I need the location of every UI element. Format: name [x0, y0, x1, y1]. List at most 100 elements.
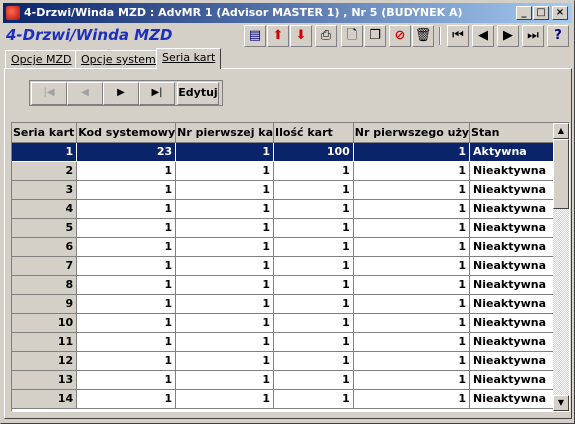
scroll-thumb[interactable]	[553, 139, 569, 209]
table-cell[interactable]: 1	[273, 237, 354, 257]
table-cell[interactable]: 1	[76, 218, 177, 238]
table-cell[interactable]: 1	[273, 370, 354, 390]
table-cell[interactable]: 1	[175, 199, 275, 219]
row-header-cell[interactable]: 9	[12, 294, 78, 314]
table-cell[interactable]: 1	[273, 313, 354, 333]
row-header-cell[interactable]: 13	[12, 370, 78, 390]
table-cell[interactable]: 1	[76, 256, 177, 276]
scroll-down-button[interactable]: ▼	[553, 395, 569, 411]
table-cell[interactable]: 1	[175, 180, 275, 200]
table-cell[interactable]: 1	[353, 218, 471, 238]
table-cell[interactable]: 1	[353, 351, 471, 371]
table-cell[interactable]: 1	[76, 294, 177, 314]
previous-record-icon[interactable]: ◀	[472, 25, 494, 47]
table-cell[interactable]: 1	[353, 275, 471, 295]
table-row[interactable]: 7 1 1 1 1 Nieaktywna	[12, 256, 569, 276]
table-cell[interactable]: 1	[353, 294, 471, 314]
table-cell[interactable]: 1	[175, 256, 275, 276]
vertical-scrollbar[interactable]: ▲ ▼	[553, 123, 569, 411]
close-button[interactable]: ×	[552, 6, 568, 20]
table-cell[interactable]: 1	[175, 351, 275, 371]
table-cell[interactable]: 1	[175, 237, 275, 257]
scroll-up-button[interactable]: ▲	[553, 123, 569, 139]
table-cell[interactable]: 1	[353, 237, 471, 257]
row-header-cell[interactable]: 1	[12, 142, 78, 162]
table-row[interactable]: 14 1 1 1 1 Nieaktywna	[12, 389, 569, 409]
table-cell[interactable]: 1	[273, 332, 354, 352]
new-document-icon[interactable]: 🗋	[341, 25, 363, 47]
row-header-cell[interactable]: 4	[12, 199, 78, 219]
maximize-button[interactable]: □	[533, 6, 549, 20]
tab-seria-kart[interactable]: Seria kart	[156, 48, 222, 69]
table-cell[interactable]: 1	[76, 313, 177, 333]
table-row[interactable]: 10 1 1 1 1 Nieaktywna	[12, 313, 569, 333]
table-cell[interactable]: 1	[273, 294, 354, 314]
table-cell[interactable]: 1	[175, 294, 275, 314]
nav-prev-button[interactable]: ◀	[67, 82, 103, 105]
edit-button[interactable]: Edytuj	[177, 82, 219, 105]
table-cell[interactable]: 1	[273, 256, 354, 276]
last-record-icon[interactable]: ⏭	[522, 25, 544, 47]
table-cell[interactable]: 1	[175, 370, 275, 390]
table-cell[interactable]: 1	[353, 370, 471, 390]
row-header-cell[interactable]: 12	[12, 351, 78, 371]
column-header[interactable]: Seria kart	[12, 123, 78, 143]
arrow-up-icon[interactable]: ⬆	[267, 25, 289, 47]
row-header-cell[interactable]: 7	[12, 256, 78, 276]
card-series-grid[interactable]: Seria kart Kod systemowy Nr pierwszej ka…	[11, 122, 570, 412]
minimize-button[interactable]: _	[516, 6, 532, 20]
column-header[interactable]: Ilość kart	[273, 123, 354, 143]
table-cell[interactable]: 1	[175, 275, 275, 295]
table-cell[interactable]: 1	[273, 180, 354, 200]
arrow-down-icon[interactable]: ⬇	[290, 25, 312, 47]
nav-last-button[interactable]: ▶|	[139, 82, 175, 105]
app-icon[interactable]	[6, 6, 20, 20]
table-cell[interactable]: 1	[76, 275, 177, 295]
table-row[interactable]: 6 1 1 1 1 Nieaktywna	[12, 237, 569, 257]
table-cell[interactable]: 23	[76, 142, 177, 162]
table-row[interactable]: 3 1 1 1 1 Nieaktywna	[12, 180, 569, 200]
table-cell[interactable]: 1	[353, 142, 471, 162]
table-row[interactable]: 12 1 1 1 1 Nieaktywna	[12, 351, 569, 371]
table-cell[interactable]: 1	[273, 351, 354, 371]
table-cell[interactable]: 1	[353, 313, 471, 333]
table-cell[interactable]: 1	[353, 180, 471, 200]
table-cell[interactable]: 1	[273, 389, 354, 409]
table-row[interactable]: 9 1 1 1 1 Nieaktywna	[12, 294, 569, 314]
table-cell[interactable]: 1	[273, 275, 354, 295]
row-header-cell[interactable]: 2	[12, 161, 78, 181]
table-cell[interactable]: 1	[76, 199, 177, 219]
table-row[interactable]: 8 1 1 1 1 Nieaktywna	[12, 275, 569, 295]
row-header-cell[interactable]: 6	[12, 237, 78, 257]
table-cell[interactable]: 1	[76, 332, 177, 352]
table-row[interactable]: 13 1 1 1 1 Nieaktywna	[12, 370, 569, 390]
print-icon[interactable]: ⎙	[315, 25, 337, 47]
table-cell[interactable]: 1	[76, 180, 177, 200]
column-header[interactable]: Nr pierwszego uży	[353, 123, 471, 143]
table-row[interactable]: 2 1 1 1 1 Nieaktywna	[12, 161, 569, 181]
table-cell[interactable]: 1	[273, 218, 354, 238]
filter-icon[interactable]: ▤	[244, 25, 266, 47]
table-cell[interactable]: 1	[353, 256, 471, 276]
no-entry-icon[interactable]: ⊘	[389, 25, 411, 47]
tab-opcje-mzd[interactable]: Opcje MZD	[5, 50, 78, 68]
table-cell[interactable]: 1	[273, 161, 354, 181]
next-record-icon[interactable]: ▶	[497, 25, 519, 47]
table-cell[interactable]: 1	[175, 389, 275, 409]
trash-icon[interactable]: 🗑	[412, 25, 434, 47]
help-icon[interactable]: ?	[547, 25, 569, 47]
row-header-cell[interactable]: 8	[12, 275, 78, 295]
table-cell[interactable]: 1	[175, 313, 275, 333]
table-row[interactable]: 1 23 1 100 1 Aktywna	[12, 142, 569, 162]
nav-first-button[interactable]: |◀	[31, 82, 67, 105]
first-record-icon[interactable]: ⏮	[447, 25, 469, 47]
row-header-cell[interactable]: 3	[12, 180, 78, 200]
table-cell[interactable]: 1	[175, 218, 275, 238]
table-row[interactable]: 11 1 1 1 1 Nieaktywna	[12, 332, 569, 352]
tab-opcje-systemu[interactable]: Opcje systemu	[75, 50, 169, 68]
table-cell[interactable]: 1	[76, 351, 177, 371]
table-cell[interactable]: 1	[353, 332, 471, 352]
nav-next-button[interactable]: ▶	[103, 82, 139, 105]
table-cell[interactable]: 100	[273, 142, 354, 162]
table-row[interactable]: 4 1 1 1 1 Nieaktywna	[12, 199, 569, 219]
